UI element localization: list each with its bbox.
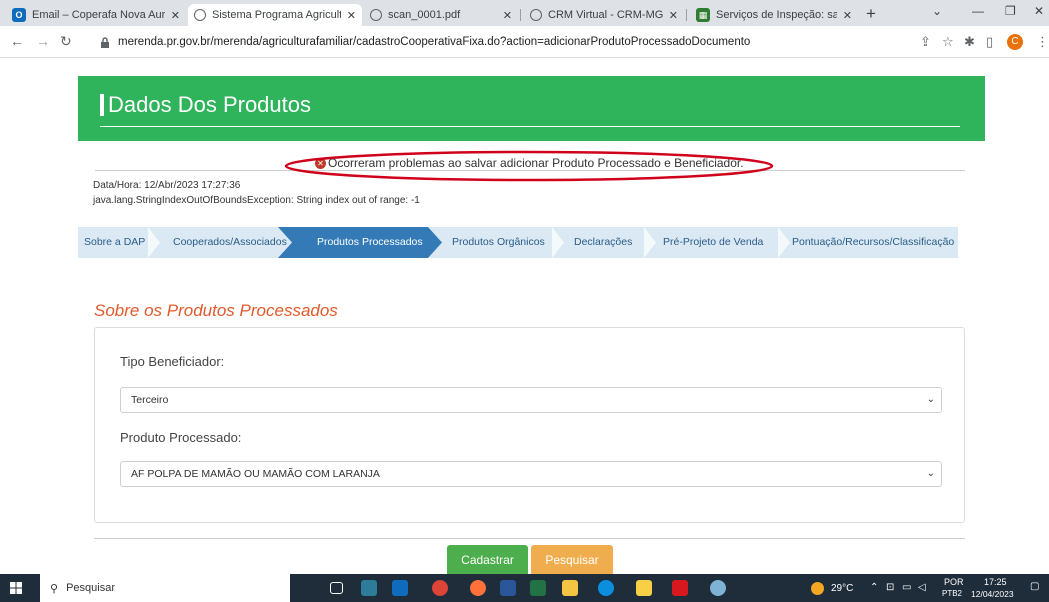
annotation-ellipse: [284, 150, 774, 182]
browser-toolbar: ← → ↻ merenda.pr.gov.br/merenda/agricult…: [0, 26, 1049, 58]
tab-title: scan_0001.pdf: [388, 9, 461, 21]
clock-date[interactable]: 12/04/2023: [971, 589, 1014, 599]
file-explorer-icon[interactable]: [562, 580, 578, 596]
clock-time[interactable]: 17:25: [984, 577, 1007, 587]
step-progress-bar: Sobre a DAP Cooperados/Associados Produt…: [78, 227, 958, 258]
form-panel: [94, 327, 965, 523]
tab-separator: [520, 9, 521, 21]
globe-icon: [530, 9, 542, 21]
restore-icon[interactable]: ❐: [1005, 4, 1016, 18]
menu-icon[interactable]: ⋮: [1036, 34, 1049, 50]
network-icon[interactable]: ⊡: [886, 582, 894, 593]
profile-avatar[interactable]: C: [1007, 34, 1023, 50]
tab-servicos-inspecao[interactable]: ▦ Serviços de Inspeção: saiba r ✕: [690, 4, 858, 26]
page-content: Dados Dos Produtos ✕ Ocorreram problemas…: [0, 58, 1049, 574]
acrobat-icon[interactable]: [672, 580, 688, 596]
excel-icon[interactable]: [530, 580, 546, 596]
chevron-down-icon: ⌄: [926, 394, 935, 405]
step-declaracoes[interactable]: Declarações: [574, 227, 632, 258]
taskbar-search-input[interactable]: ⚲ Pesquisar: [40, 574, 290, 602]
produto-processado-select[interactable]: AF POLPA DE MAMÃO OU MAMÃO COM LARANJA ⌄: [120, 461, 942, 487]
input-language[interactable]: POR: [944, 577, 964, 587]
tab-email[interactable]: O Email – Coperafa Nova Auror ✕: [6, 4, 186, 26]
tab-scan-pdf[interactable]: scan_0001.pdf ✕: [364, 4, 518, 26]
tipo-beneficiador-label: Tipo Beneficiador:: [120, 354, 225, 369]
pesquisar-button[interactable]: Pesquisar: [531, 545, 613, 574]
word-icon[interactable]: [500, 580, 516, 596]
error-exception: java.lang.StringIndexOutOfBoundsExceptio…: [93, 195, 420, 206]
chrome-icon[interactable]: [432, 580, 448, 596]
close-icon[interactable]: ✕: [171, 9, 180, 22]
extensions-icon[interactable]: ✱: [964, 34, 975, 50]
tipo-beneficiador-select[interactable]: Terceiro ⌄: [120, 387, 942, 413]
close-window-icon[interactable]: ✕: [1034, 4, 1044, 18]
tab-title: Serviços de Inspeção: saiba r: [716, 9, 837, 21]
share-icon[interactable]: ⇪: [920, 34, 931, 50]
forward-icon[interactable]: →: [36, 33, 50, 49]
tab-sistema-programa[interactable]: Sistema Programa Agricultur ✕: [188, 4, 362, 26]
weather-sun-icon: [811, 582, 824, 595]
close-icon[interactable]: ✕: [347, 9, 356, 22]
produto-processado-value: AF POLPA DE MAMÃO OU MAMÃO COM LARANJA: [131, 468, 380, 480]
gov-icon: ▦: [696, 8, 710, 22]
firefox-icon[interactable]: [470, 580, 486, 596]
step-cooperados[interactable]: Cooperados/Associados: [173, 227, 287, 258]
back-icon[interactable]: ←: [10, 33, 24, 49]
tab-title: Sistema Programa Agricultur: [212, 9, 341, 21]
outlook-icon: O: [12, 8, 26, 22]
paint-icon[interactable]: [710, 580, 726, 596]
tipo-beneficiador-value: Terceiro: [131, 394, 169, 406]
globe-icon: [370, 9, 382, 21]
step-pontuacao[interactable]: Pontuação/Recursos/Classificação: [792, 227, 954, 258]
step-pre-projeto[interactable]: Pré-Projeto de Venda: [663, 227, 763, 258]
minimize-icon[interactable]: —: [972, 4, 984, 18]
url-text: merenda.pr.gov.br/merenda/agriculturafam…: [118, 36, 751, 48]
tray-chevron-icon[interactable]: ⌃: [870, 582, 878, 593]
sticky-notes-icon[interactable]: [636, 580, 652, 596]
lock-icon: [101, 36, 109, 48]
windows-start-icon[interactable]: [10, 582, 22, 594]
reload-icon[interactable]: ↻: [60, 33, 72, 50]
step-sobre-dap[interactable]: Sobre a DAP: [84, 227, 145, 258]
page-title: Dados Dos Produtos: [108, 92, 311, 117]
new-tab-icon[interactable]: +: [866, 4, 876, 24]
tab-search-icon[interactable]: ⌄: [932, 4, 942, 18]
chevron-down-icon: ⌄: [926, 468, 935, 479]
section-title: Sobre os Produtos Processados: [94, 301, 338, 320]
address-bar[interactable]: merenda.pr.gov.br/merenda/agriculturafam…: [100, 31, 900, 53]
edge-icon[interactable]: [598, 580, 614, 596]
banner-underline: [100, 126, 960, 127]
tab-title: Email – Coperafa Nova Auror: [32, 9, 165, 21]
step-produtos-organicos[interactable]: Produtos Orgânicos: [452, 227, 545, 258]
search-placeholder: Pesquisar: [66, 582, 115, 594]
browser-tab-strip: O Email – Coperafa Nova Auror ✕ Sistema …: [0, 0, 1049, 26]
search-icon: ⚲: [50, 582, 59, 595]
volume-icon[interactable]: ◁: [918, 582, 926, 593]
display-icon[interactable]: ▭: [902, 582, 911, 593]
tab-separator: [686, 9, 687, 21]
task-view-icon[interactable]: [330, 582, 343, 594]
close-icon[interactable]: ✕: [669, 9, 678, 22]
error-datetime: Data/Hora: 12/Abr/2023 17:27:36: [93, 180, 241, 191]
page-banner: Dados Dos Produtos: [78, 76, 985, 141]
close-icon[interactable]: ✕: [843, 9, 852, 22]
notifications-icon[interactable]: ▢: [1030, 581, 1039, 592]
mail-icon[interactable]: [392, 580, 408, 596]
windows-taskbar: ⚲ Pesquisar 29°C ⌃ ⊡ ▭ ◁ POR PTB2 17:25 …: [0, 574, 1049, 602]
form-divider: [94, 538, 965, 539]
bookmark-star-icon[interactable]: ☆: [942, 34, 954, 50]
step-produtos-processados[interactable]: Produtos Processados: [317, 227, 423, 258]
close-icon[interactable]: ✕: [503, 9, 512, 22]
cadastrar-button[interactable]: Cadastrar: [447, 545, 528, 574]
banner-accent-bar: [100, 94, 104, 116]
tab-title: CRM Virtual - CRM-MG, Cert: [548, 9, 663, 21]
produto-processado-label: Produto Processado:: [120, 430, 242, 445]
keyboard-layout[interactable]: PTB2: [942, 589, 962, 598]
weather-temperature[interactable]: 29°C: [831, 583, 853, 594]
tab-crm-virtual[interactable]: CRM Virtual - CRM-MG, Cert ✕: [524, 4, 684, 26]
globe-icon: [194, 9, 206, 21]
calculator-icon[interactable]: [361, 580, 377, 596]
side-panel-icon[interactable]: ▯: [986, 34, 993, 50]
